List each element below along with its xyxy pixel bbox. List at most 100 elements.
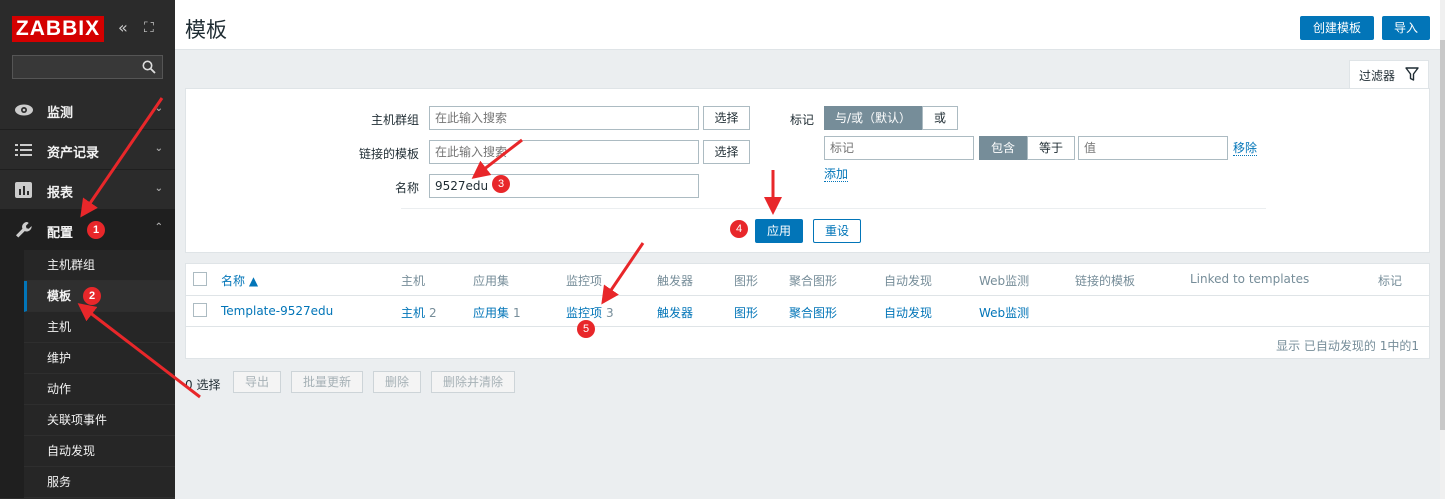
wrench-icon <box>16 222 32 238</box>
items-count: 3 <box>606 306 614 320</box>
discovery-link[interactable]: 自动发现 <box>884 304 932 321</box>
zabbix-logo[interactable]: ZABBIX <box>12 16 104 42</box>
name-input[interactable] <box>429 174 699 198</box>
page-scrollbar[interactable] <box>1440 0 1445 499</box>
andor-option[interactable]: 与/或（默认） <box>824 106 922 130</box>
delete-button[interactable]: 删除 <box>373 371 421 393</box>
column-header-triggers: 触发器 <box>657 274 694 288</box>
menu-label: 报表 <box>47 186 74 201</box>
selected-count: 0 选择 <box>185 378 221 392</box>
menu-item-configuration[interactable]: 配置 ⌃ 1 <box>0 210 175 250</box>
menu-item-reports[interactable]: 报表 ⌄ <box>0 170 175 210</box>
scrollbar-thumb[interactable] <box>1440 40 1445 430</box>
templates-table: 名称 ▲ 主机 应用集 监控项 触发器 图形 聚合图形 自动发现 Web监测 链… <box>185 263 1430 359</box>
submenu-item-services[interactable]: 服务 <box>24 467 175 498</box>
chevron-up-icon: ⌃ <box>154 222 163 233</box>
submenu-item-maintenance[interactable]: 维护 <box>24 343 175 374</box>
import-button[interactable]: 导入 <box>1382 16 1430 40</box>
reset-button[interactable]: 重设 <box>813 219 861 243</box>
applications-count: 1 <box>513 306 521 320</box>
name-label: 名称 <box>394 181 419 195</box>
linked-templates-label: 链接的模板 <box>358 147 419 161</box>
filter-tab[interactable]: 过滤器 <box>1349 60 1429 88</box>
annotation-badge: 1 <box>87 221 105 239</box>
annotation-badge: 4 <box>730 220 748 238</box>
sidebar-search-input[interactable] <box>12 55 163 79</box>
hosts-count: 2 <box>429 306 437 320</box>
logo-row: ZABBIX « ⛶ <box>0 0 175 50</box>
tag-name-input[interactable] <box>824 136 974 160</box>
header-divider <box>186 295 1429 296</box>
column-header-linked-templates: 链接的模板 <box>1075 274 1136 288</box>
host-group-select-button[interactable]: 选择 <box>703 106 750 130</box>
or-option[interactable]: 或 <box>922 106 958 130</box>
items-link-label: 监控项 <box>566 306 603 320</box>
annotation-badge: 5 <box>577 320 595 338</box>
menu-item-inventory[interactable]: 资产记录 ⌄ <box>0 130 175 170</box>
column-header-web: Web监测 <box>979 274 1030 288</box>
chevron-down-icon: ⌄ <box>154 183 163 194</box>
export-button[interactable]: 导出 <box>233 371 281 393</box>
submenu-item-templates[interactable]: 模板 2 <box>24 281 175 312</box>
submenu-item-correlation[interactable]: 关联项事件 <box>24 405 175 436</box>
collapse-sidebar-icon[interactable]: « <box>118 18 128 37</box>
applications-link[interactable]: 应用集 1 <box>473 304 521 321</box>
column-header-name[interactable]: 名称 ▲ <box>221 272 258 289</box>
add-tag-link[interactable]: 添加 <box>824 167 849 182</box>
table-footer-info: 显示 已自动发现的 1中的1 <box>1276 339 1419 353</box>
contains-option[interactable]: 包含 <box>979 136 1027 160</box>
menu-label: 监测 <box>47 106 74 121</box>
host-group-label: 主机群组 <box>370 113 419 127</box>
divider <box>401 208 1266 209</box>
remove-tag-link[interactable]: 移除 <box>1233 141 1258 156</box>
tags-label: 标记 <box>789 113 814 127</box>
screens-link[interactable]: 聚合图形 <box>789 304 837 321</box>
filter-tab-label: 过滤器 <box>1359 69 1396 83</box>
filter-icon <box>1405 67 1419 81</box>
chevron-down-icon: ⌄ <box>154 103 163 114</box>
list-icon <box>15 144 32 156</box>
kiosk-mode-icon[interactable]: ⛶ <box>144 20 154 36</box>
linked-templates-input[interactable] <box>429 140 699 164</box>
template-name-link[interactable]: Template-9527edu <box>221 304 333 318</box>
web-link[interactable]: Web监测 <box>979 304 1029 321</box>
search-icon[interactable] <box>142 60 156 74</box>
submenu-label: 模板 <box>47 289 72 303</box>
sidebar: ZABBIX « ⛶ 监测 ⌄ 资产记录 ⌄ 报表 ⌄ 配置 ⌃ 1 主机群组 <box>0 0 175 499</box>
submenu-item-hosts[interactable]: 主机 <box>24 312 175 343</box>
column-header-hosts: 主机 <box>401 274 426 288</box>
host-group-input[interactable] <box>429 106 699 130</box>
row-checkbox[interactable] <box>193 303 207 317</box>
main-menu: 监测 ⌄ 资产记录 ⌄ 报表 ⌄ 配置 ⌃ 1 主机群组 模板 2 主机 维护 <box>0 90 175 498</box>
chevron-down-icon: ⌄ <box>154 143 163 154</box>
equals-option[interactable]: 等于 <box>1027 136 1075 160</box>
bar-chart-icon <box>15 182 32 198</box>
column-header-items: 监控项 <box>566 274 603 288</box>
linked-templates-select-button[interactable]: 选择 <box>703 140 750 164</box>
annotation-badge: 2 <box>83 287 101 305</box>
row-divider <box>186 326 1429 327</box>
delete-and-clear-button[interactable]: 删除并清除 <box>431 371 515 393</box>
hosts-link[interactable]: 主机 2 <box>401 304 437 321</box>
submenu-item-host-groups[interactable]: 主机群组 <box>24 250 175 281</box>
mass-update-button[interactable]: 批量更新 <box>291 371 363 393</box>
tag-value-input[interactable] <box>1078 136 1228 160</box>
page-header: 模板 创建模板 导入 <box>175 0 1445 50</box>
submenu-item-discovery[interactable]: 自动发现 <box>24 436 175 467</box>
column-header-applications: 应用集 <box>473 274 510 288</box>
apply-button[interactable]: 应用 <box>755 219 803 243</box>
column-header-graphs: 图形 <box>734 274 759 288</box>
page-title: 模板 <box>185 18 227 42</box>
hosts-link-label: 主机 <box>401 306 426 320</box>
create-template-button[interactable]: 创建模板 <box>1300 16 1374 40</box>
column-header-screens: 聚合图形 <box>789 274 838 288</box>
menu-item-monitoring[interactable]: 监测 ⌄ <box>0 90 175 130</box>
items-link[interactable]: 监控项 3 <box>566 304 614 321</box>
triggers-link[interactable]: 触发器 <box>657 304 693 321</box>
graphs-link[interactable]: 图形 <box>734 304 758 321</box>
eye-icon <box>15 104 33 116</box>
configuration-submenu: 主机群组 模板 2 主机 维护 动作 关联项事件 自动发现 服务 <box>0 250 175 498</box>
submenu-item-actions[interactable]: 动作 <box>24 374 175 405</box>
select-all-checkbox[interactable] <box>193 272 207 286</box>
column-header-tags: 标记 <box>1378 274 1403 288</box>
